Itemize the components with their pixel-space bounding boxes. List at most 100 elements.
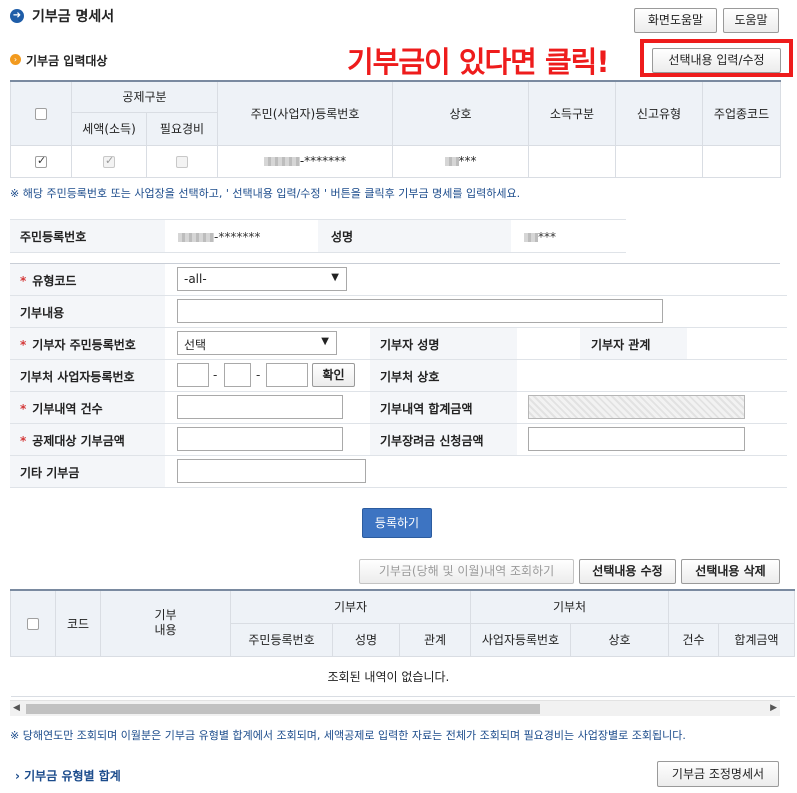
list-header-donor-reg: 주민등록번호 bbox=[230, 622, 333, 657]
list-note: ※ 당해연도만 조회되며 이월분은 기부금 유형별 합계에서 조회되며, 세액공… bbox=[10, 729, 686, 742]
tax-credit-checkbox[interactable] bbox=[103, 154, 115, 168]
type-code-select[interactable]: -all- ▼ bbox=[177, 267, 347, 291]
masked-value bbox=[178, 233, 214, 242]
reg-no-suffix: -******* bbox=[299, 154, 347, 168]
screen-help-button[interactable]: 화면도움말 bbox=[634, 8, 717, 33]
other-input[interactable] bbox=[177, 459, 366, 483]
select-all-cell bbox=[10, 80, 72, 146]
title-arrow-icon: ➜ bbox=[10, 9, 24, 23]
dash-separator: - bbox=[256, 368, 261, 382]
donor-name-label: 기부자 성명 bbox=[380, 338, 440, 352]
biz-no-part3-input[interactable] bbox=[266, 363, 308, 387]
biz-no-part1-input[interactable] bbox=[177, 363, 209, 387]
required-mark-icon: * bbox=[20, 434, 27, 448]
total-label: 기부내역 합계금액 bbox=[380, 402, 473, 416]
list-header-donor-name: 성명 bbox=[332, 622, 400, 657]
list-header-recipient-name: 상호 bbox=[570, 622, 669, 657]
masked-value bbox=[444, 157, 459, 166]
income-type-cell bbox=[528, 144, 617, 178]
list-header-donor-relation: 관계 bbox=[399, 622, 471, 657]
confirm-button[interactable]: 확인 bbox=[312, 363, 355, 387]
incentive-label: 기부장려금 신청금액 bbox=[380, 434, 484, 448]
chevron-right-icon: › bbox=[15, 769, 20, 783]
dropdown-arrow-icon: ▼ bbox=[321, 336, 329, 347]
content-input[interactable] bbox=[177, 299, 663, 323]
delete-selected-button[interactable]: 선택내용 삭제 bbox=[681, 559, 780, 584]
reg-no-cell: -******* bbox=[217, 144, 394, 178]
list-header-recipient-biz: 사업자등록번호 bbox=[470, 622, 571, 657]
instruction-note: ※ 해당 주민등록번호 또는 사업장을 선택하고, ' 선택내용 입력/수정 '… bbox=[10, 187, 521, 200]
divider bbox=[10, 263, 780, 264]
summary-title: › 기부금 유형별 합계 bbox=[15, 769, 121, 783]
donor-relation-label: 기부자 관계 bbox=[591, 338, 651, 352]
scroll-right-icon[interactable]: ▶ bbox=[770, 703, 777, 713]
count-input[interactable] bbox=[177, 395, 343, 419]
list-select-all-checkbox[interactable] bbox=[27, 617, 39, 630]
row-checkbox[interactable] bbox=[35, 154, 47, 168]
register-button[interactable]: 등록하기 bbox=[362, 508, 432, 538]
adjust-statement-button[interactable]: 기부금 조정명세서 bbox=[657, 761, 779, 787]
required-mark-icon: * bbox=[20, 338, 27, 352]
recipient-biz-label: 기부처 사업자등록번호 bbox=[20, 370, 135, 384]
divider bbox=[10, 487, 787, 488]
list-header-blank bbox=[668, 589, 795, 624]
divider bbox=[10, 327, 787, 328]
row-select-cell bbox=[10, 144, 72, 178]
tax-credit-cell bbox=[71, 144, 147, 178]
header-income-type: 소득구분 bbox=[528, 80, 617, 146]
query-button[interactable]: 기부금(당해 및 이월)내역 조회하기 bbox=[359, 559, 574, 584]
divider bbox=[10, 455, 787, 456]
biz-no-part2-input[interactable] bbox=[224, 363, 251, 387]
dash-separator: - bbox=[213, 368, 218, 382]
masked-value bbox=[263, 157, 300, 166]
header-deduction-type: 공제구분 bbox=[70, 80, 219, 113]
horizontal-scrollbar[interactable]: ◀ ▶ bbox=[10, 700, 780, 716]
type-code-label: * 유형코드 bbox=[20, 274, 77, 288]
page-title: 기부금 명세서 bbox=[32, 9, 115, 25]
target-table: 공제구분 주민(사업자)등록번호 상호 소득구분 신고유형 주업종코드 세액(소… bbox=[10, 80, 782, 178]
header-industry-code: 주업종코드 bbox=[702, 80, 782, 146]
list-header-total: 합계금액 bbox=[718, 622, 795, 657]
person-name-value: *** bbox=[524, 230, 556, 244]
necessary-expense-cell bbox=[145, 144, 219, 178]
list-header-count: 건수 bbox=[668, 622, 719, 657]
recipient-name-label: 기부처 상호 bbox=[380, 370, 440, 384]
report-type-cell bbox=[615, 144, 704, 178]
required-mark-icon: * bbox=[20, 274, 27, 288]
header-report-type: 신고유형 bbox=[615, 80, 704, 146]
other-label: 기타 기부금 bbox=[20, 466, 80, 480]
dropdown-arrow-icon: ▼ bbox=[331, 272, 339, 283]
divider bbox=[10, 252, 626, 253]
donor-reg-label: * 기부자 주민등록번호 bbox=[20, 338, 136, 352]
count-label: * 기부내역 건수 bbox=[20, 402, 103, 416]
callout-highlight-box bbox=[640, 39, 793, 77]
header-tax-credit: 세액(소득) bbox=[71, 111, 147, 146]
divider bbox=[10, 359, 787, 360]
select-all-checkbox[interactable] bbox=[35, 107, 47, 120]
required-mark-icon: * bbox=[20, 402, 27, 416]
divider bbox=[10, 391, 787, 392]
scroll-left-icon[interactable]: ◀ bbox=[13, 703, 20, 713]
deductible-input[interactable] bbox=[177, 427, 343, 451]
incentive-input[interactable] bbox=[528, 427, 745, 451]
masked-value bbox=[524, 233, 538, 242]
list-header-content: 기부 내용 bbox=[100, 589, 231, 657]
empty-message: 조회된 내역이 없습니다. bbox=[10, 655, 795, 697]
name-suffix: *** bbox=[458, 154, 477, 168]
help-button[interactable]: 도움말 bbox=[723, 8, 779, 33]
list-header-code: 코드 bbox=[55, 589, 101, 657]
person-reg-value: -******* bbox=[178, 230, 260, 244]
necessary-expense-checkbox[interactable] bbox=[176, 155, 188, 168]
list-header-recipient: 기부처 bbox=[470, 589, 669, 624]
scrollbar-thumb[interactable] bbox=[26, 704, 540, 714]
deductible-label: * 공제대상 기부금액 bbox=[20, 434, 125, 448]
person-reg-label: 주민등록번호 bbox=[20, 230, 87, 244]
donor-reg-select[interactable]: 선택 ▼ bbox=[177, 331, 337, 355]
name-cell: *** bbox=[392, 144, 530, 178]
donation-list-table: 코드 기부 내용 기부자 기부처 주민등록번호 성명 관계 사업자등록번호 상호 … bbox=[10, 589, 795, 697]
list-select-all-cell bbox=[10, 589, 56, 657]
header-necessary-expense: 필요경비 bbox=[145, 111, 219, 146]
list-header-donor: 기부자 bbox=[230, 589, 471, 624]
edit-selected-button[interactable]: 선택내용 수정 bbox=[579, 559, 676, 584]
header-name: 상호 bbox=[392, 80, 530, 146]
